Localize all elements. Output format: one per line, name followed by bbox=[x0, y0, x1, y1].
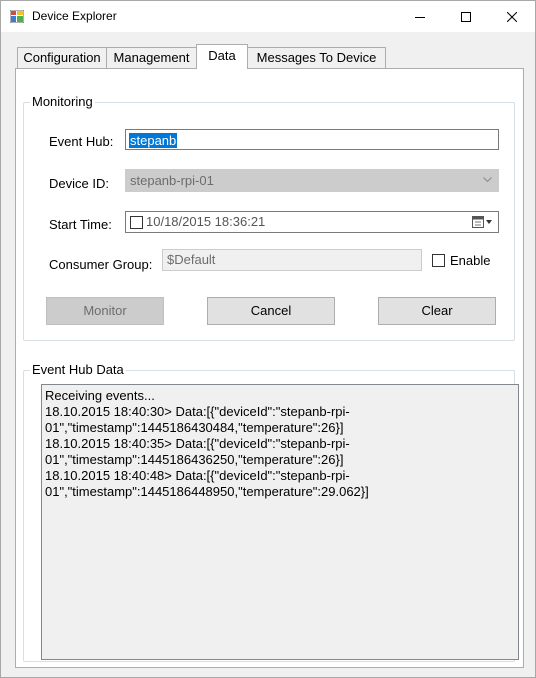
minimize-icon bbox=[415, 16, 425, 18]
consumer-group-value: $Default bbox=[167, 252, 216, 267]
log-line: 18.10.2015 18:40:30> Data:[{"deviceId":"… bbox=[45, 404, 350, 419]
start-time-picker[interactable]: 10/18/2015 18:36:21 bbox=[125, 211, 499, 233]
tab-configuration[interactable]: Configuration bbox=[17, 47, 107, 68]
close-button[interactable] bbox=[489, 1, 535, 32]
clear-button[interactable]: Clear bbox=[378, 297, 496, 325]
log-line: 01","timestamp":1445186448950,"temperatu… bbox=[45, 484, 369, 499]
log-line: Receiving events... bbox=[45, 388, 155, 403]
start-time-checkbox[interactable] bbox=[130, 216, 143, 229]
enable-checkbox[interactable] bbox=[432, 254, 445, 267]
event-hub-value: stepanb bbox=[129, 133, 178, 148]
log-line: 01","timestamp":1445186430484,"temperatu… bbox=[45, 420, 344, 435]
device-id-dropdown[interactable]: stepanb-rpi-01 bbox=[125, 169, 499, 192]
consumer-group-label: Consumer Group: bbox=[49, 257, 153, 272]
monitor-button[interactable]: Monitor bbox=[46, 297, 164, 325]
calendar-icon[interactable] bbox=[472, 215, 494, 229]
device-explorer-window: Device Explorer Configuration Management… bbox=[0, 0, 536, 678]
consumer-group-input[interactable]: $Default bbox=[162, 249, 422, 271]
tab-data[interactable]: Data bbox=[196, 44, 248, 69]
enable-label[interactable]: Enable bbox=[450, 253, 490, 268]
device-id-label: Device ID: bbox=[49, 176, 109, 191]
app-icon bbox=[10, 10, 24, 23]
start-time-value: 10/18/2015 18:36:21 bbox=[146, 214, 266, 229]
event-hub-data-log[interactable]: Receiving events... 18.10.2015 18:40:30>… bbox=[41, 384, 519, 660]
minimize-button[interactable] bbox=[397, 1, 443, 32]
event-hub-input[interactable]: stepanb bbox=[125, 129, 499, 150]
log-line: 01","timestamp":1445186436250,"temperatu… bbox=[45, 452, 344, 467]
event-hub-label: Event Hub: bbox=[49, 134, 114, 149]
event-hub-data-legend: Event Hub Data bbox=[30, 362, 126, 377]
event-hub-data-group: Event Hub Data Receiving events... 18.10… bbox=[23, 362, 519, 662]
start-time-label: Start Time: bbox=[49, 217, 112, 232]
device-id-value: stepanb-rpi-01 bbox=[130, 173, 214, 188]
maximize-icon bbox=[461, 11, 471, 22]
log-line: 18.10.2015 18:40:48> Data:[{"deviceId":"… bbox=[45, 468, 350, 483]
tab-management[interactable]: Management bbox=[106, 47, 197, 68]
window-title: Device Explorer bbox=[32, 9, 117, 23]
monitoring-legend: Monitoring bbox=[30, 94, 95, 109]
close-icon bbox=[507, 11, 517, 22]
monitoring-group: Monitoring Event Hub: stepanb Device ID:… bbox=[23, 94, 515, 341]
title-bar[interactable]: Device Explorer bbox=[1, 1, 535, 32]
maximize-button[interactable] bbox=[443, 1, 489, 32]
tab-messages-to-device[interactable]: Messages To Device bbox=[247, 47, 386, 68]
log-line: 18.10.2015 18:40:35> Data:[{"deviceId":"… bbox=[45, 436, 350, 451]
cancel-button[interactable]: Cancel bbox=[207, 297, 335, 325]
data-tab-panel: Monitoring Event Hub: stepanb Device ID:… bbox=[15, 68, 524, 668]
chevron-down-icon bbox=[483, 177, 492, 183]
